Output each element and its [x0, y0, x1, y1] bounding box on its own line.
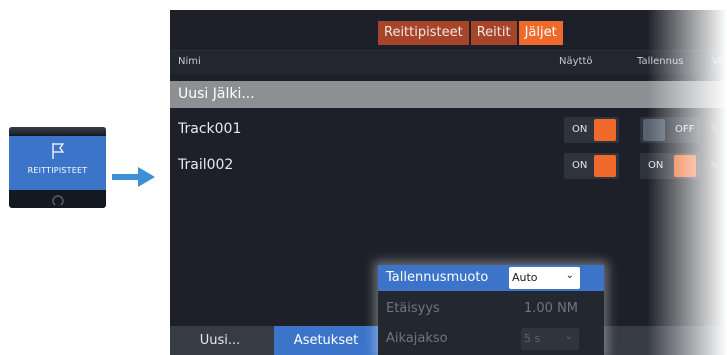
period-row: Aikajakso 5 s ⌄ — [378, 326, 604, 352]
column-header: Nimi Näyttö Tallennus Vä — [170, 50, 727, 74]
toggle-label: ON — [572, 124, 588, 135]
new-track-row[interactable]: Uusi Jälki... — [170, 81, 727, 108]
tab-jaljet[interactable]: Jäljet — [518, 21, 563, 45]
column-color[interactable]: Vä — [712, 56, 724, 67]
chevron-down-icon: ⌄ — [565, 270, 574, 281]
toggle-knob — [594, 155, 616, 177]
chevron-down-icon: ⌄ — [564, 331, 573, 342]
new-button[interactable]: Uusi... — [170, 326, 270, 355]
flag-icon — [52, 143, 65, 159]
column-name[interactable]: Nimi — [178, 56, 201, 67]
tracks-screen: Reittipisteet Reitit Jäljet Nimi Näyttö … — [170, 10, 727, 355]
toggle-label: ON — [572, 160, 588, 171]
settings-button[interactable]: Asetukset — [274, 326, 378, 355]
side-button-top-edge — [9, 127, 106, 135]
recording-toggle[interactable]: ON — [640, 153, 700, 179]
new-track-label: Uusi Jälki... — [178, 86, 255, 102]
column-recording[interactable]: Tallennus — [637, 56, 684, 67]
toggle-label: ON — [648, 160, 664, 171]
recording-mode-row[interactable]: Tallennusmuoto Auto ⌄ — [378, 265, 604, 291]
tab-reitit[interactable]: Reitit — [470, 21, 517, 45]
display-toggle[interactable]: ON — [564, 117, 619, 143]
track-name: Track001 — [178, 121, 242, 137]
edit-icon[interactable]: ✎ — [710, 123, 720, 137]
tab-reittipisteet[interactable]: Reittipisteet — [378, 21, 469, 45]
recording-mode-label: Tallennusmuoto — [386, 270, 489, 285]
distance-value: 1.00 NM — [524, 301, 579, 316]
settings-popup: Tallennusmuoto Auto ⌄ Etäisyys 1.00 NM A… — [378, 265, 604, 355]
recording-toggle[interactable]: OFF — [640, 117, 700, 143]
table-row[interactable]: Trail002 ON ON ✎ — [170, 151, 727, 181]
column-display[interactable]: Näyttö — [559, 56, 593, 67]
track-name: Trail002 — [178, 157, 234, 173]
tab-bar: Reittipisteet Reitit Jäljet — [378, 21, 565, 45]
side-button-label: REITTIPISTEET — [27, 166, 88, 175]
display-toggle[interactable]: ON — [564, 153, 619, 179]
recording-mode-value: Auto — [512, 271, 538, 284]
distance-label: Etäisyys — [386, 301, 440, 316]
distance-row: Etäisyys 1.00 NM — [378, 296, 604, 322]
stage: REITTIPISTEET Reittipisteet Reitit Jälje… — [0, 0, 727, 355]
toggle-knob — [643, 119, 665, 141]
period-select: 5 s ⌄ — [521, 328, 579, 350]
table-row[interactable]: Track001 ON OFF ✎ — [170, 115, 727, 145]
period-label: Aikajakso — [386, 331, 448, 346]
toggle-knob — [674, 155, 696, 177]
recording-mode-select[interactable]: Auto ⌄ — [509, 267, 580, 289]
toggle-knob — [594, 119, 616, 141]
edit-icon[interactable]: ✎ — [710, 159, 720, 173]
gear-icon — [52, 195, 64, 205]
arrow-right-icon — [112, 167, 155, 187]
side-menu-button[interactable]: REITTIPISTEET — [9, 127, 106, 208]
period-value: 5 s — [524, 332, 541, 345]
toggle-label: OFF — [675, 124, 695, 135]
